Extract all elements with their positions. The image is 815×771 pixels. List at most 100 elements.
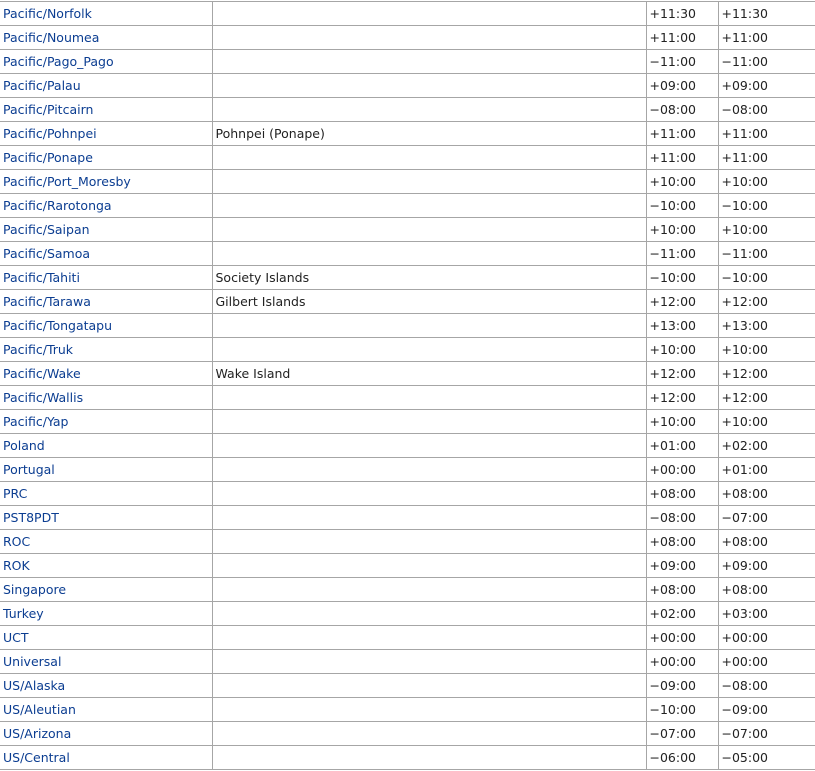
utc-offset-text: −07:00	[649, 726, 697, 741]
tz-name-link[interactable]: Pacific/Yap	[3, 414, 68, 429]
table-row: Pacific/Ponape +11:00 +11:00	[0, 145, 815, 170]
utc-offset-text: +00:00	[649, 462, 697, 477]
tz-name-link[interactable]: Pacific/Samoa	[3, 246, 90, 261]
tz-name-link[interactable]: US/Central	[3, 750, 70, 765]
utc-offset-text: +11:30	[649, 6, 697, 21]
tz-notes-cell: Pohnpei (Ponape)	[211, 121, 647, 146]
tz-name-link[interactable]: ROK	[3, 558, 30, 573]
table-row: UCT +00:00 +00:00	[0, 625, 815, 650]
tz-notes-cell	[211, 433, 647, 458]
tz-name-cell: Portugal	[0, 457, 213, 482]
tz-notes-cell: Society Islands	[211, 265, 647, 290]
tz-name-link[interactable]: Pacific/Truk	[3, 342, 73, 357]
tz-notes-cell	[211, 529, 647, 554]
table-row: Pacific/Norfolk +11:30 +11:30	[0, 1, 815, 26]
utc-offset-text: +08:00	[649, 582, 697, 597]
tz-name-link[interactable]: PRC	[3, 486, 27, 501]
tz-name-link[interactable]: Pacific/Pohnpei	[3, 126, 97, 141]
tz-name-link[interactable]: Pacific/Rarotonga	[3, 198, 112, 213]
table-row: Pacific/Port_Moresby +10:00 +10:00	[0, 169, 815, 194]
utc-dst-offset-text: +12:00	[721, 366, 769, 381]
tz-name-link[interactable]: Pacific/Noumea	[3, 30, 99, 45]
utc-dst-offset-text: −05:00	[721, 750, 769, 765]
tz-notes-cell	[211, 97, 647, 122]
utc-offset-text: −06:00	[649, 750, 697, 765]
tz-name-link[interactable]: Pacific/Wake	[3, 366, 81, 381]
tz-name-link[interactable]: US/Arizona	[3, 726, 71, 741]
tz-name-link[interactable]: US/Aleutian	[3, 702, 76, 717]
utc-offset-text: +10:00	[649, 342, 697, 357]
tz-name-cell: Pacific/Truk	[0, 337, 213, 362]
tz-name-cell: Pacific/Tahiti	[0, 265, 213, 290]
tz-name-link[interactable]: Universal	[3, 654, 61, 669]
tz-name-link[interactable]: Poland	[3, 438, 45, 453]
utc-offset-text: −10:00	[649, 702, 697, 717]
tz-name-link[interactable]: Pacific/Tongatapu	[3, 318, 112, 333]
tz-name-link[interactable]: Pacific/Saipan	[3, 222, 90, 237]
table-row: ROC +08:00 +08:00	[0, 529, 815, 554]
utc-offset-text: −11:00	[649, 54, 697, 69]
utc-offset-cell: +08:00	[645, 529, 719, 554]
utc-offset-cell: +12:00	[645, 361, 719, 386]
tz-name-link[interactable]: Pacific/Ponape	[3, 150, 93, 165]
utc-offset-cell: +01:00	[645, 433, 719, 458]
utc-dst-offset-text: +12:00	[721, 294, 769, 309]
tz-notes-cell	[211, 193, 647, 218]
tz-name-link[interactable]: Portugal	[3, 462, 55, 477]
utc-offset-cell: +08:00	[645, 577, 719, 602]
utc-offset-text: −11:00	[649, 246, 697, 261]
tz-name-cell: Singapore	[0, 577, 213, 602]
tz-name-cell: Pacific/Tongatapu	[0, 313, 213, 338]
tz-name-link[interactable]: US/Alaska	[3, 678, 65, 693]
tz-name-cell: Pacific/Samoa	[0, 241, 213, 266]
tz-name-link[interactable]: Pacific/Palau	[3, 78, 81, 93]
tz-name-link[interactable]: Pacific/Wallis	[3, 390, 83, 405]
utc-dst-offset-cell: +00:00	[717, 649, 815, 674]
table-row: PST8PDT −08:00 −07:00	[0, 505, 815, 530]
utc-dst-offset-text: +09:00	[721, 78, 769, 93]
table-row: PRC +08:00 +08:00	[0, 481, 815, 506]
utc-offset-text: −10:00	[649, 198, 697, 213]
utc-dst-offset-cell: +03:00	[717, 601, 815, 626]
tz-name-link[interactable]: Pacific/Pago_Pago	[3, 54, 114, 69]
tz-notes-cell	[211, 457, 647, 482]
tz-name-cell: US/Central	[0, 745, 213, 770]
tz-name-link[interactable]: Pacific/Norfolk	[3, 6, 92, 21]
tz-name-link[interactable]: Pacific/Tarawa	[3, 294, 91, 309]
utc-dst-offset-text: −09:00	[721, 702, 769, 717]
utc-offset-text: +12:00	[649, 294, 697, 309]
tz-notes-cell	[211, 385, 647, 410]
tz-notes-cell	[211, 697, 647, 722]
utc-offset-text: +12:00	[649, 390, 697, 405]
utc-offset-cell: +09:00	[645, 553, 719, 578]
tz-name-cell: Pacific/Saipan	[0, 217, 213, 242]
utc-dst-offset-text: +10:00	[721, 342, 769, 357]
tz-notes-cell: Gilbert Islands	[211, 289, 647, 314]
tz-notes-cell	[211, 481, 647, 506]
tz-name-link[interactable]: UCT	[3, 630, 29, 645]
utc-offset-cell: +11:00	[645, 145, 719, 170]
tz-name-cell: Pacific/Wallis	[0, 385, 213, 410]
utc-offset-text: +08:00	[649, 534, 697, 549]
table-row: Pacific/Yap +10:00 +10:00	[0, 409, 815, 434]
utc-dst-offset-cell: +09:00	[717, 73, 815, 98]
utc-dst-offset-text: −10:00	[721, 270, 769, 285]
tz-name-cell: Pacific/Wake	[0, 361, 213, 386]
tz-name-link[interactable]: Pacific/Tahiti	[3, 270, 80, 285]
tz-name-link[interactable]: Turkey	[3, 606, 44, 621]
utc-dst-offset-text: +08:00	[721, 486, 769, 501]
utc-offset-text: +11:00	[649, 150, 697, 165]
tz-name-link[interactable]: ROC	[3, 534, 30, 549]
tz-name-link[interactable]: Pacific/Pitcairn	[3, 102, 93, 117]
tz-name-cell: ROK	[0, 553, 213, 578]
tz-name-cell: Pacific/Pago_Pago	[0, 49, 213, 74]
utc-dst-offset-cell: −08:00	[717, 673, 815, 698]
utc-dst-offset-text: −08:00	[721, 678, 769, 693]
utc-offset-text: +10:00	[649, 414, 697, 429]
tz-name-link[interactable]: Singapore	[3, 582, 66, 597]
utc-offset-cell: +10:00	[645, 409, 719, 434]
tz-name-link[interactable]: PST8PDT	[3, 510, 59, 525]
tz-name-link[interactable]: Pacific/Port_Moresby	[3, 174, 131, 189]
tz-name-cell: Pacific/Noumea	[0, 25, 213, 50]
utc-dst-offset-text: +12:00	[721, 390, 769, 405]
